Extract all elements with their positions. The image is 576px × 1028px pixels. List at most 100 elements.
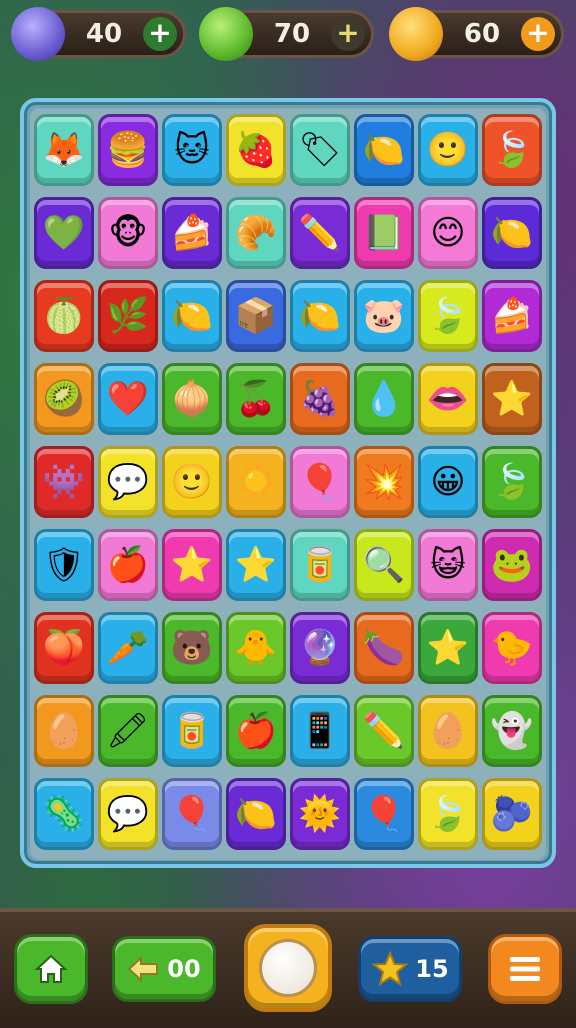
- tile[interactable]: 🛡: [34, 529, 94, 601]
- tile[interactable]: 🎈: [354, 778, 414, 850]
- tile[interactable]: 📦: [226, 280, 286, 352]
- yellow-fruit-icon: 🍋: [298, 296, 342, 336]
- tile[interactable]: 🐱: [162, 114, 222, 186]
- tile[interactable]: 🦊: [34, 114, 94, 186]
- tile[interactable]: 🍈: [34, 280, 94, 352]
- add-leaves-button[interactable]: +: [331, 17, 365, 51]
- tile[interactable]: 🍃: [418, 778, 478, 850]
- tile[interactable]: 🐻: [162, 612, 222, 684]
- tile[interactable]: 🥐: [226, 197, 286, 269]
- tile[interactable]: 🌞: [290, 778, 350, 850]
- purple-gem-icon: [11, 7, 65, 61]
- tile[interactable]: 🫐: [482, 778, 542, 850]
- tile[interactable]: 🔮: [290, 612, 350, 684]
- tile[interactable]: 🍓: [226, 114, 286, 186]
- tile[interactable]: 🍋: [482, 197, 542, 269]
- tile[interactable]: 👄: [418, 363, 478, 435]
- stars-button[interactable]: 15: [358, 936, 462, 1002]
- lime-icon: 🍈: [42, 296, 86, 336]
- tile[interactable]: ✏️: [290, 197, 350, 269]
- tile[interactable]: 🍎: [226, 695, 286, 767]
- tile[interactable]: 💧: [354, 363, 414, 435]
- tile[interactable]: 😊: [418, 197, 478, 269]
- tile[interactable]: ⭐: [418, 612, 478, 684]
- tile[interactable]: 🌿: [98, 280, 158, 352]
- star-icon: ⭐: [490, 379, 534, 419]
- tile[interactable]: 🥫: [162, 695, 222, 767]
- tile[interactable]: 🍋: [162, 280, 222, 352]
- tile[interactable]: 🦠: [34, 778, 94, 850]
- tile[interactable]: 🙂: [162, 446, 222, 518]
- sun-face-icon: ☀️: [234, 462, 278, 502]
- leaves-value: 70: [273, 19, 311, 49]
- tile[interactable]: 🍇: [290, 363, 350, 435]
- tile[interactable]: 🐥: [226, 612, 286, 684]
- jar-icon: 🥫: [298, 545, 342, 585]
- tile[interactable]: 💥: [354, 446, 414, 518]
- tile[interactable]: ⭐: [482, 363, 542, 435]
- tile[interactable]: 🐷: [354, 280, 414, 352]
- home-button[interactable]: [14, 934, 88, 1004]
- tile[interactable]: 🍰: [482, 280, 542, 352]
- undo-button[interactable]: 00: [112, 936, 216, 1002]
- tile[interactable]: 😀: [418, 446, 478, 518]
- tile[interactable]: 💚: [34, 197, 94, 269]
- tile[interactable]: ✏️: [354, 695, 414, 767]
- tile[interactable]: 🍋: [290, 280, 350, 352]
- tile[interactable]: 🎈: [290, 446, 350, 518]
- tile[interactable]: 🎈: [162, 778, 222, 850]
- tile[interactable]: 🥫: [290, 529, 350, 601]
- resource-gems: 40 +: [11, 7, 186, 61]
- center-action-button[interactable]: [244, 924, 332, 1012]
- pink-balloon-icon: 🎈: [170, 794, 214, 834]
- tile[interactable]: ⭐: [226, 529, 286, 601]
- tile[interactable]: 🍰: [162, 197, 222, 269]
- tile[interactable]: 😺: [418, 529, 478, 601]
- tile[interactable]: ⭐: [162, 529, 222, 601]
- tile[interactable]: 💬: [98, 446, 158, 518]
- tile[interactable]: 🐸: [482, 529, 542, 601]
- tile[interactable]: 🙂: [418, 114, 478, 186]
- purple-pencil-icon: ✏️: [362, 711, 406, 751]
- gift-box-icon: 📦: [234, 296, 278, 336]
- tile[interactable]: 🔍: [354, 529, 414, 601]
- tile[interactable]: 🖍: [98, 695, 158, 767]
- tile[interactable]: ❤️: [98, 363, 158, 435]
- tile[interactable]: 🍃: [418, 280, 478, 352]
- menu-button[interactable]: [488, 934, 562, 1004]
- tile[interactable]: 🥚: [418, 695, 478, 767]
- tile[interactable]: 📗: [354, 197, 414, 269]
- tile[interactable]: 🍃: [482, 114, 542, 186]
- tile[interactable]: 🥝: [34, 363, 94, 435]
- lemon-drop-icon: 🍋: [490, 213, 534, 253]
- tile[interactable]: 🍑: [34, 612, 94, 684]
- tile[interactable]: 🍎: [98, 529, 158, 601]
- tile[interactable]: 🏷: [290, 114, 350, 186]
- tile[interactable]: 🍔: [98, 114, 158, 186]
- tile[interactable]: 🍒: [226, 363, 286, 435]
- tile[interactable]: 🐵: [98, 197, 158, 269]
- tile[interactable]: 🍆: [354, 612, 414, 684]
- lemon-icon: 🍋: [170, 296, 214, 336]
- tile[interactable]: 💬: [98, 778, 158, 850]
- circle-button-icon: [259, 939, 317, 997]
- tile[interactable]: 👻: [482, 695, 542, 767]
- tile[interactable]: 🍋: [354, 114, 414, 186]
- add-coins-button[interactable]: +: [521, 17, 555, 51]
- apple-icon: 🍎: [106, 545, 150, 585]
- speech-bubble-icon: 💬: [106, 462, 150, 502]
- tile[interactable]: 👾: [34, 446, 94, 518]
- peach-icon: 🍑: [42, 628, 86, 668]
- tile[interactable]: 🧅: [162, 363, 222, 435]
- dark-berry-icon: 🫐: [490, 794, 534, 834]
- tile[interactable]: 🐤: [482, 612, 542, 684]
- tile[interactable]: 🥕: [98, 612, 158, 684]
- tile[interactable]: 🍋: [226, 778, 286, 850]
- add-gems-button[interactable]: +: [143, 17, 177, 51]
- bear-face-icon: 🐻: [170, 628, 214, 668]
- tile[interactable]: 📱: [290, 695, 350, 767]
- tile[interactable]: ☀️: [226, 446, 286, 518]
- tile[interactable]: 🥚: [34, 695, 94, 767]
- tile[interactable]: 🍃: [482, 446, 542, 518]
- lemon-slices-icon: 🍋: [362, 130, 406, 170]
